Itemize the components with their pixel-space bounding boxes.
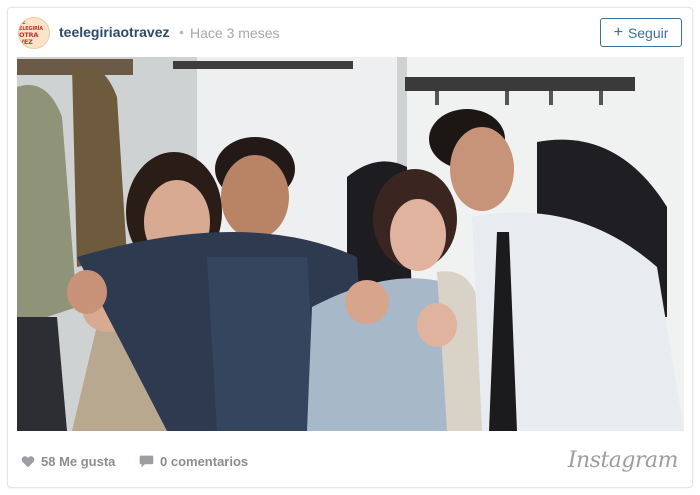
post-header: TE ELEGIRÍA OTRA VEZ teelegiriaotravez •… [8,8,692,58]
avatar-text-bottom: OTRA VEZ [19,31,39,46]
comments-count: 0 comentarios [160,454,249,469]
separator-dot: • [179,24,184,40]
instagram-embed-card: TE ELEGIRÍA OTRA VEZ teelegiriaotravez •… [7,7,693,488]
post-footer: 58 Me gusta 0 comentarios Instagram [8,438,692,488]
instagram-logo[interactable]: Instagram [568,448,679,473]
plus-icon: + [613,23,623,41]
likes-count: 58 Me gusta [41,454,116,469]
post-time[interactable]: Hace 3 meses [190,25,279,41]
follow-label: Seguir [627,24,669,41]
follow-button[interactable]: + Seguir [600,18,682,47]
heart-icon [21,456,35,468]
avatar[interactable]: TE ELEGIRÍA OTRA VEZ [18,17,50,49]
comment-bubble-icon [139,455,154,468]
comments-stat[interactable]: 0 comentarios [139,454,248,469]
photo-illustration [17,57,684,431]
post-photo[interactable] [17,57,684,431]
username-link[interactable]: teelegiriaotravez [59,24,170,40]
likes-stat[interactable]: 58 Me gusta [21,454,115,469]
